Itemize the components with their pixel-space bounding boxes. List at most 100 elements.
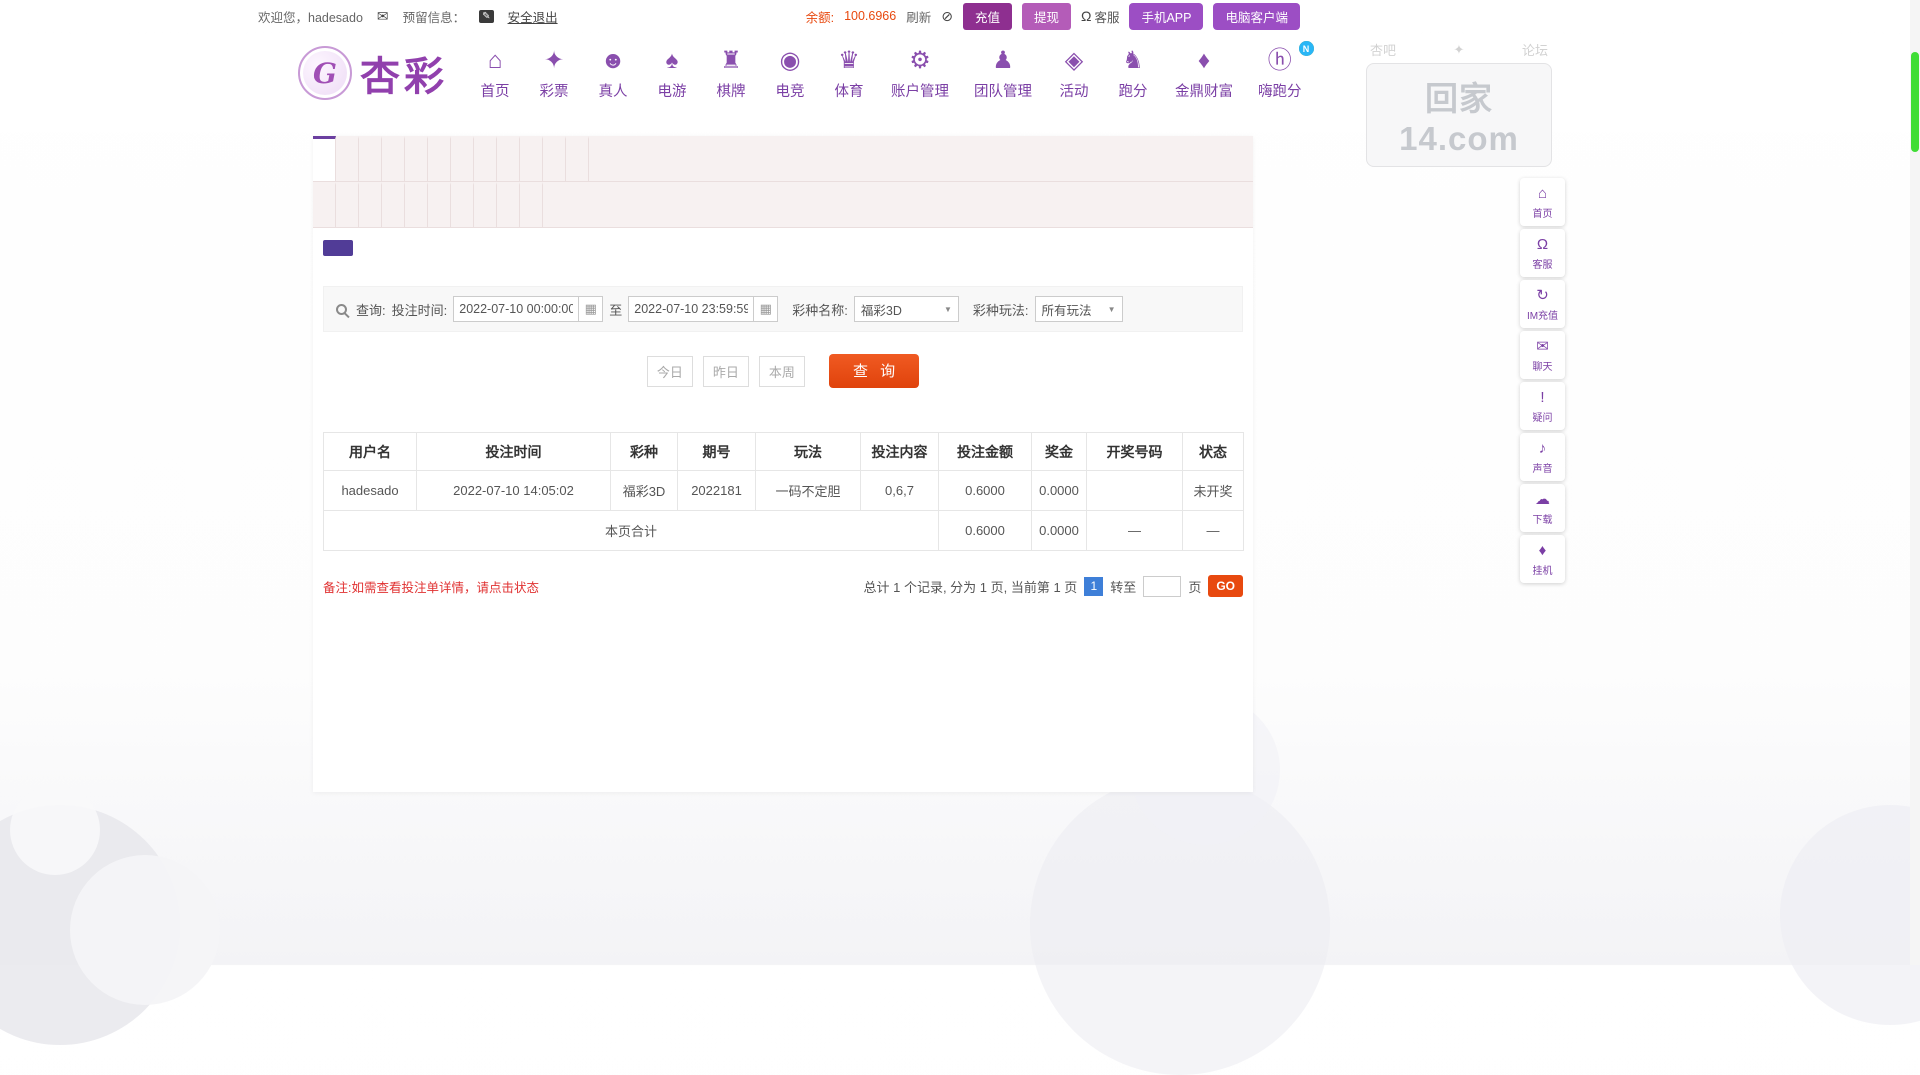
report-tab[interactable] bbox=[336, 182, 359, 227]
table-footer: 备注:如需查看投注单详情，请点击状态 总计 1 个记录, 分为 1 页, 当前第… bbox=[323, 575, 1243, 597]
report-tab[interactable] bbox=[497, 136, 520, 181]
cell-status[interactable]: 未开奖 bbox=[1182, 470, 1244, 511]
side-tool[interactable]: ♪ 声音 bbox=[1520, 433, 1565, 481]
summary-row: 本页合计 0.6000 0.0000 — — bbox=[323, 510, 1244, 551]
report-tab[interactable] bbox=[382, 136, 405, 181]
page-number-button[interactable]: 1 bbox=[1084, 576, 1104, 596]
report-tab[interactable] bbox=[382, 182, 405, 227]
report-tab[interactable] bbox=[313, 182, 336, 227]
side-tool[interactable]: ✉ 聊天 bbox=[1520, 331, 1565, 379]
report-tab[interactable] bbox=[336, 136, 359, 181]
lottery-icon: ✦ bbox=[543, 46, 565, 74]
bet-time-label: 投注时间: bbox=[391, 302, 448, 318]
lottery-name-select[interactable]: 福彩3D ▼ bbox=[853, 296, 959, 322]
nav-label: 体育 bbox=[834, 83, 864, 100]
side-tool[interactable]: ↻ IM充值 bbox=[1520, 280, 1565, 328]
sub-tab[interactable] bbox=[353, 240, 383, 256]
quick-range-button[interactable]: 本周 bbox=[758, 355, 805, 387]
report-tab[interactable] bbox=[520, 136, 543, 181]
side-tool[interactable]: ☁ 下载 bbox=[1520, 484, 1565, 532]
report-tab[interactable] bbox=[313, 136, 336, 181]
withdraw-button[interactable]: 提现 bbox=[1021, 2, 1071, 30]
report-tabs-row-2 bbox=[313, 182, 1253, 228]
nav-label: 活动 bbox=[1059, 83, 1089, 100]
decorative-circle bbox=[10, 785, 100, 875]
sub-tab[interactable] bbox=[443, 240, 473, 256]
play-type-select[interactable]: 所有玩法 ▼ bbox=[1034, 296, 1123, 322]
report-tab[interactable] bbox=[405, 136, 428, 181]
report-tab[interactable] bbox=[451, 136, 474, 181]
end-time-input[interactable] bbox=[628, 296, 755, 322]
report-tab[interactable] bbox=[566, 136, 589, 181]
mobile-app-button[interactable]: 手机APP bbox=[1129, 2, 1204, 30]
quick-range-button[interactable]: 昨日 bbox=[702, 355, 749, 387]
report-tab[interactable] bbox=[474, 182, 497, 227]
welcome-text: 欢迎您，hadesado bbox=[258, 10, 363, 25]
nav-item[interactable]: ♛ N 体育 bbox=[832, 41, 1314, 101]
side-tool[interactable]: ♦ 挂机 bbox=[1520, 535, 1565, 583]
nav-item[interactable]: ⚙ 账户管理 bbox=[891, 46, 949, 101]
nav-item[interactable]: ♞ 跑分 bbox=[1116, 46, 1150, 101]
report-tab[interactable] bbox=[451, 182, 474, 227]
side-tool[interactable]: ! 疑问 bbox=[1520, 382, 1565, 430]
nav-label: 首页 bbox=[480, 83, 510, 100]
cell-amount: 0.6000 bbox=[938, 470, 1032, 511]
nav-item[interactable]: ◈ 活动 bbox=[1057, 46, 1091, 101]
nav-item[interactable]: ◉ 电竞 bbox=[773, 46, 807, 101]
nav-item[interactable]: ♟ 团队管理 bbox=[974, 46, 1032, 101]
side-tool[interactable]: Ω 客服 bbox=[1520, 229, 1565, 277]
nav-item[interactable]: ♠ H 电游 bbox=[655, 41, 1314, 101]
report-tab[interactable] bbox=[359, 182, 382, 227]
cell-play: 一码不定胆 bbox=[755, 470, 861, 511]
eye-off-icon[interactable]: ⊘ bbox=[941, 8, 953, 25]
edit-icon[interactable]: ✎ bbox=[479, 9, 494, 23]
refresh-button[interactable]: 刷新 bbox=[906, 7, 931, 26]
search-button[interactable]: 查 询 bbox=[828, 354, 920, 388]
start-time-input[interactable] bbox=[453, 296, 580, 322]
report-tab[interactable] bbox=[543, 136, 566, 181]
go-button[interactable]: GO bbox=[1208, 575, 1243, 597]
play-type-value: 所有玩法 bbox=[1041, 303, 1092, 318]
deposit-button[interactable]: 充值 bbox=[962, 2, 1012, 30]
nav-item[interactable]: ☻ N 真人 bbox=[596, 41, 1314, 101]
nav-item[interactable]: ✦ 彩票 bbox=[537, 46, 571, 101]
quick-range-button[interactable]: 今日 bbox=[646, 355, 693, 387]
column-header: 奖金 bbox=[1031, 432, 1087, 471]
nav-label: 嗨跑分 bbox=[1258, 83, 1302, 100]
sub-tab[interactable] bbox=[413, 240, 443, 256]
sports-icon: ♛ bbox=[838, 46, 860, 74]
report-tab[interactable] bbox=[497, 182, 520, 227]
pc-client-button[interactable]: 电脑客户端 bbox=[1213, 2, 1300, 30]
report-tab[interactable] bbox=[405, 182, 428, 227]
goto-page-input[interactable] bbox=[1143, 575, 1182, 597]
sub-tab[interactable] bbox=[323, 240, 353, 256]
nav-item[interactable]: ⓗ 嗨跑分 bbox=[1258, 46, 1302, 101]
nav-item[interactable]: ⌂ 首页 bbox=[478, 46, 512, 101]
report-tab[interactable] bbox=[359, 136, 382, 181]
side-tool-label: 挂机 bbox=[1532, 566, 1553, 577]
sub-tab[interactable] bbox=[473, 240, 503, 256]
report-tab[interactable] bbox=[428, 136, 451, 181]
scrollbar-thumb[interactable] bbox=[1911, 52, 1919, 152]
site-logo[interactable]: G 杏彩 bbox=[298, 44, 448, 102]
nav-item[interactable]: ♦ 金鼎财富 bbox=[1175, 46, 1233, 101]
calendar-icon[interactable]: ▦ bbox=[754, 296, 779, 322]
column-header: 彩种 bbox=[610, 432, 678, 471]
message-icon[interactable]: ✉ bbox=[377, 8, 389, 25]
report-tab[interactable] bbox=[520, 182, 543, 227]
calendar-icon[interactable]: ▦ bbox=[579, 296, 604, 322]
sub-tab[interactable] bbox=[383, 240, 413, 256]
side-tool-label: 首页 bbox=[1532, 209, 1553, 220]
customer-service-link[interactable]: Ω 客服 bbox=[1081, 7, 1119, 26]
logout-link[interactable]: 安全退出 bbox=[508, 7, 558, 26]
scrollbar bbox=[1910, 0, 1920, 965]
report-tab[interactable] bbox=[474, 136, 497, 181]
nav-item[interactable]: ♜ 棋牌 bbox=[714, 46, 748, 101]
side-tool[interactable]: ⌂ 首页 bbox=[1520, 178, 1565, 226]
report-tab[interactable] bbox=[428, 182, 451, 227]
chevron-down-icon: ▼ bbox=[943, 304, 952, 314]
side-tool-label: 疑问 bbox=[1532, 413, 1553, 424]
summary-prize: 0.0000 bbox=[1031, 510, 1087, 551]
play-type-label: 彩种玩法: bbox=[972, 302, 1029, 318]
summary-amount: 0.6000 bbox=[938, 510, 1032, 551]
